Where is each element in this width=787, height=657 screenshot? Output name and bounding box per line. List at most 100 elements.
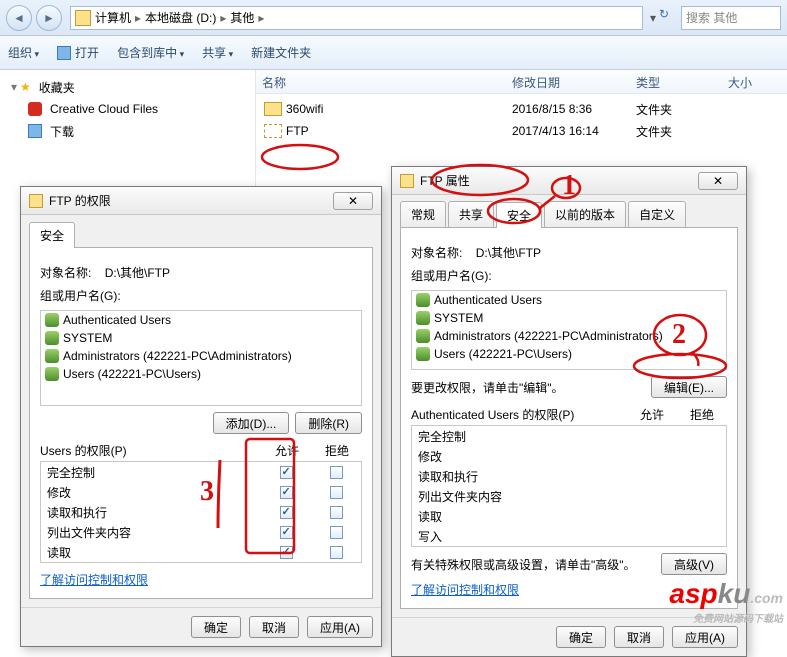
dialog-title: FTP 的权限 [49,192,111,209]
folder-icon [264,102,282,116]
allow-checkbox[interactable] [280,506,293,519]
permissions-list: 完全控制 修改 读取和执行 列出文件夹内容 读取 写入 [411,425,727,547]
group-item[interactable]: SYSTEM [41,329,361,347]
add-button[interactable]: 添加(D)... [213,412,290,434]
col-type[interactable]: 类型 [630,70,722,93]
group-item[interactable]: Users (422221-PC\Users) [41,365,361,383]
col-size[interactable]: 大小 [722,70,772,93]
users-icon [45,367,59,381]
allow-checkbox[interactable] [280,526,293,539]
file-modified: 2016/8/15 8:36 [512,102,636,116]
watermark: aspku.com 免费网站源码下载站 [669,578,783,625]
new-folder-button[interactable]: 新建文件夹 [251,44,311,61]
downloads-icon [28,124,42,138]
file-name: FTP [286,124,512,138]
crumb-1[interactable]: 本地磁盘 (D:) [145,9,216,26]
tab-security[interactable]: 安全 [496,202,542,228]
search-input[interactable]: 搜索 其他 [681,6,781,30]
object-label: 对象名称: [40,266,91,280]
help-link[interactable]: 了解访问控制和权限 [411,583,519,597]
toolbar: 组织 打开 包含到库中 共享 新建文件夹 [0,36,787,70]
deny-checkbox[interactable] [330,506,343,519]
object-label: 对象名称: [411,246,462,260]
ok-button[interactable]: 确定 [556,626,606,648]
organize-menu[interactable]: 组织 [8,44,39,61]
crumb-0[interactable]: 计算机 [95,9,131,26]
perm-for-label: Users 的权限(P) [40,442,262,459]
share-menu[interactable]: 共享 [202,44,233,61]
object-value: D:\其他\FTP [105,266,170,280]
file-modified: 2017/4/13 16:14 [512,124,636,138]
users-icon [416,329,430,343]
group-item[interactable]: SYSTEM [412,309,726,327]
forward-button[interactable]: ► [36,5,62,31]
ok-button[interactable]: 确定 [191,616,241,638]
allow-header: 允许 [627,406,677,423]
group-item[interactable]: Authenticated Users [41,311,361,329]
file-type: 文件夹 [636,101,728,118]
file-row[interactable]: 360wifi 2016/8/15 8:36 文件夹 [256,98,787,120]
cancel-button[interactable]: 取消 [614,626,664,648]
allow-checkbox[interactable] [280,486,293,499]
edit-button[interactable]: 编辑(E)... [651,376,727,398]
deny-header: 拒绝 [677,406,727,423]
deny-checkbox[interactable] [330,546,343,559]
remove-button[interactable]: 删除(R) [295,412,362,434]
tab-previous[interactable]: 以前的版本 [544,201,626,227]
users-icon [416,347,430,361]
cancel-button[interactable]: 取消 [249,616,299,638]
include-menu[interactable]: 包含到库中 [117,44,184,61]
navigation-bar: ◄ ► 计算机▸ 本地磁盘 (D:)▸ 其他▸ ▾ ↻ 搜索 其他 [0,0,787,36]
allow-checkbox[interactable] [280,466,293,479]
close-button[interactable]: ✕ [333,192,373,210]
apply-button[interactable]: 应用(A) [307,616,373,638]
sidebar-item-downloads[interactable]: 下载 [0,120,255,142]
open-icon [57,46,71,60]
advanced-button[interactable]: 高级(V) [661,553,727,575]
apply-button[interactable]: 应用(A) [672,626,738,648]
tab-general[interactable]: 常规 [400,201,446,227]
groups-listbox[interactable]: Authenticated Users SYSTEM Administrator… [40,310,362,406]
close-button[interactable]: ✕ [698,172,738,190]
file-name: 360wifi [286,102,512,116]
users-icon [45,349,59,363]
open-menu[interactable]: 打开 [57,44,99,61]
help-link[interactable]: 了解访问控制和权限 [40,573,148,587]
col-modified[interactable]: 修改日期 [506,70,630,93]
dialog-title: FTP 属性 [420,172,470,189]
deny-checkbox[interactable] [330,466,343,479]
folder-icon [400,174,414,188]
tab-custom[interactable]: 自定义 [628,201,686,227]
group-item[interactable]: Administrators (422221-PC\Administrators… [412,327,726,345]
crumb-2[interactable]: 其他 [230,9,254,26]
permissions-list: 完全控制 修改 读取和执行 列出文件夹内容 读取 [40,461,362,563]
groups-label: 组或用户名(G): [40,287,362,304]
breadcrumb[interactable]: 计算机▸ 本地磁盘 (D:)▸ 其他▸ [70,6,643,30]
tab-sharing[interactable]: 共享 [448,201,494,227]
folder-icon [29,194,43,208]
group-item[interactable]: Authenticated Users [412,291,726,309]
perm-for-label: Authenticated Users 的权限(P) [411,406,627,423]
tab-security[interactable]: 安全 [29,222,75,248]
groups-listbox[interactable]: Authenticated Users SYSTEM Administrator… [411,290,727,370]
advanced-hint: 有关特殊权限或高级设置，请单击"高级"。 [411,556,661,573]
group-item[interactable]: Users (422221-PC\Users) [412,345,726,363]
back-button[interactable]: ◄ [6,5,32,31]
deny-checkbox[interactable] [330,486,343,499]
favorites-header[interactable]: ▾★收藏夹 [0,76,255,98]
open-folder-icon [264,124,282,138]
allow-checkbox[interactable] [280,546,293,559]
file-row[interactable]: FTP 2017/4/13 16:14 文件夹 [256,120,787,142]
file-type: 文件夹 [636,123,728,140]
users-icon [45,331,59,345]
col-name[interactable]: 名称 [256,70,506,93]
permissions-dialog: FTP 的权限 ✕ 安全 对象名称: D:\其他\FTP 组或用户名(G): A… [20,186,382,647]
column-headers[interactable]: 名称 修改日期 类型 大小 [256,70,787,94]
groups-label: 组或用户名(G): [411,267,727,284]
history-dropdown[interactable]: ▾ [647,11,659,25]
refresh-button[interactable]: ↻ [659,7,681,29]
deny-checkbox[interactable] [330,526,343,539]
adobe-icon [28,102,42,116]
group-item[interactable]: Administrators (422221-PC\Administrators… [41,347,361,365]
sidebar-item-ccf[interactable]: Creative Cloud Files [0,98,255,120]
